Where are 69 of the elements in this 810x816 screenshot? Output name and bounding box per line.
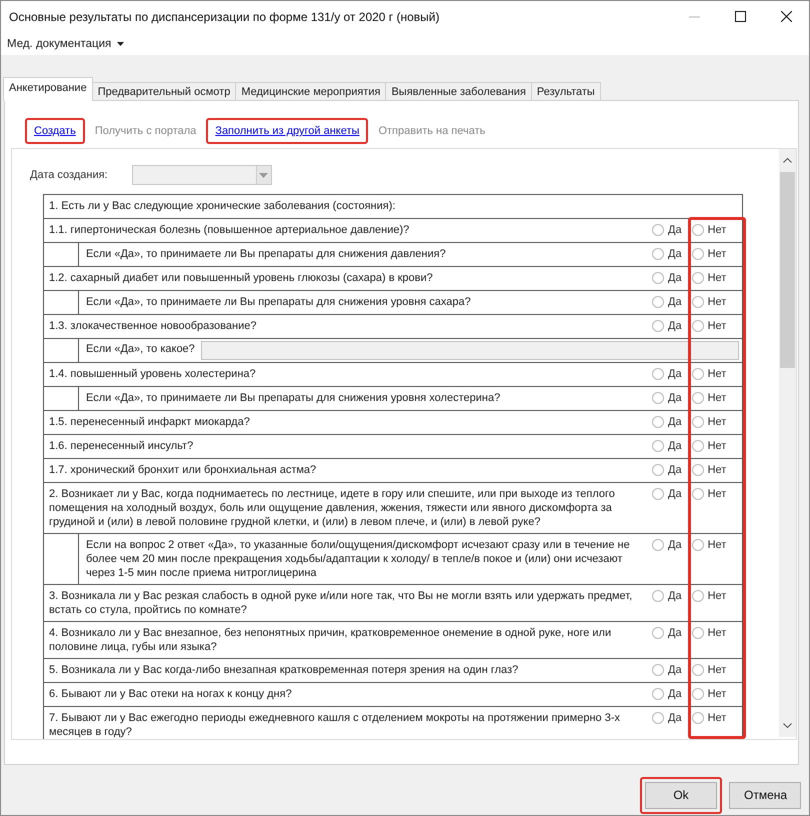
radio-option[interactable]: Нет: [692, 415, 726, 430]
field-label: Дата создания:: [30, 169, 108, 181]
radio-option[interactable]: Нет: [692, 271, 726, 286]
radio-option[interactable]: Нет: [692, 687, 726, 702]
menu-item[interactable]: Мед. документация: [7, 38, 124, 50]
link: Отправить на печать: [377, 124, 486, 139]
radio-option[interactable]: Да: [652, 711, 682, 726]
radio-option[interactable]: Нет: [692, 247, 726, 262]
radio-option[interactable]: Нет: [692, 711, 726, 726]
radio-option[interactable]: Нет: [692, 589, 726, 604]
question-text: Если «Да», то какое?: [85, 342, 196, 355]
question-text: 4. Возникало ли у Вас внезапное, без непонятных причин, кратковременное онемение в одной руке, ноге или половине лица, губы или языка?: [48, 626, 612, 655]
radio-option[interactable]: Нет: [692, 391, 726, 406]
question-text: 1.3. злокачественное новообразование?: [48, 319, 258, 334]
radio-option[interactable]: Да: [652, 463, 682, 478]
question-text: 1. Есть ли у Вас следующие хронические заболевания (состояния):: [48, 199, 396, 214]
radio-option[interactable]: Да: [652, 663, 682, 678]
radio-option[interactable]: Да: [652, 439, 682, 454]
scrollbar[interactable]: [779, 149, 796, 737]
tab[interactable]: Анкетирование: [3, 77, 93, 101]
question-text: 1.2. сахарный диабет или повышенный уровень глюкозы (сахара) в крови?: [48, 271, 434, 286]
scroll-up-icon[interactable]: [783, 158, 792, 163]
radio-option[interactable]: Да: [652, 271, 682, 286]
radio-option[interactable]: Да: [652, 391, 682, 406]
question-text: 7. Бывают ли у Вас ежегодно периоды ежедневного кашля с отделением мокроты на протяжении примерно 3-х месяцев в году?: [48, 711, 621, 739]
link[interactable]: Заполнить из другой анкеты: [206, 118, 368, 144]
question-text: 1.4. повышенный уровень холестерина?: [48, 367, 257, 382]
radio-option[interactable]: Нет: [692, 439, 726, 454]
tab[interactable]: Медицинские мероприятия: [235, 82, 386, 100]
question-text: 1.5. перенесенный инфаркт миокарда?: [48, 415, 251, 430]
radio-option[interactable]: Да: [652, 367, 682, 382]
question-text: 2. Возникает ли у Вас, когда поднимаетесь по лестнице, идете в гору или спешите, или при выходе из теплого помещения на холодный воздух, боль или ощущение давления, жжения, тяжести или явного дискомфорта за грудиной и (или) в левой половине грудной клетки, и (или) в левом плече, и (или) в левой руке?: [48, 487, 616, 530]
question-text: Если на вопрос 2 ответ «Да», то указанные боли/ощущения/дискомфорт исчезают сразу или в течение не более чем 20 мин после прекращения ходьбы/адаптации к холоду/ в тепле/в покое и (или) они исчезают через 1-5 мин после приема нитроглицерина: [85, 538, 631, 581]
radio-option[interactable]: Да: [652, 223, 682, 238]
link[interactable]: Создать: [25, 118, 85, 144]
radio-option[interactable]: Да: [652, 589, 682, 604]
radio-option[interactable]: Да: [652, 319, 682, 334]
tab[interactable]: Предварительный осмотр: [92, 82, 236, 100]
radio-option[interactable]: Да: [652, 687, 682, 702]
radio-option[interactable]: Нет: [692, 487, 726, 502]
radio-option[interactable]: Да: [652, 487, 682, 502]
radio-option[interactable]: Да: [652, 247, 682, 262]
radio-option[interactable]: Нет: [692, 295, 726, 310]
radio-option[interactable]: Да: [652, 415, 682, 430]
dialog-button[interactable]: Ok: [645, 782, 717, 808]
radio-option[interactable]: Да: [652, 295, 682, 310]
radio-option[interactable]: Нет: [692, 538, 726, 553]
radio-option[interactable]: Нет: [692, 223, 726, 238]
question-text: 1.7. хронический бронхит или бронхиальная астма?: [48, 463, 318, 478]
question-text: Если «Да», то принимаете ли Вы препараты для снижения уровня сахара?: [85, 295, 472, 310]
radio-option[interactable]: Нет: [692, 663, 726, 678]
radio-option[interactable]: Да: [652, 538, 682, 553]
link: Получить с портала: [94, 124, 198, 139]
tab[interactable]: Результаты: [530, 82, 601, 100]
radio-option[interactable]: Нет: [692, 319, 726, 334]
radio-option[interactable]: Нет: [692, 367, 726, 382]
radio-option[interactable]: Нет: [692, 626, 726, 641]
question-text: 1.6. перенесенный инсульт?: [48, 439, 194, 454]
scroll-down-icon[interactable]: [783, 723, 792, 728]
radio-option[interactable]: Нет: [692, 463, 726, 478]
question-text: 3. Возникала ли у Вас резкая слабость в одной руке и/или ноге так, что Вы не могли взять или удержать предмет, встать со стула, пройтись по комнате?: [48, 589, 634, 618]
question-text: Если «Да», то принимаете ли Вы препараты для снижения давления?: [85, 247, 447, 262]
question-text: 6. Бывают ли у Вас отеки на ногах к концу дня?: [48, 687, 293, 702]
radio-option[interactable]: Да: [652, 626, 682, 641]
question-text: Если «Да», то принимаете ли Вы препараты для снижения уровня холестерина?: [85, 391, 502, 406]
question-text: 1.1. гипертоническая болезнь (повышенное артериальное давление)?: [48, 223, 410, 238]
question-text: 5. Возникала ли у Вас когда-либо внезапная кратковременная потеря зрения на один глаз?: [48, 663, 520, 678]
window-title: Основные результаты по диспансеризации по форме 131/у от 2020 г (новый): [9, 10, 440, 24]
dialog-button[interactable]: Отмена: [729, 782, 801, 808]
